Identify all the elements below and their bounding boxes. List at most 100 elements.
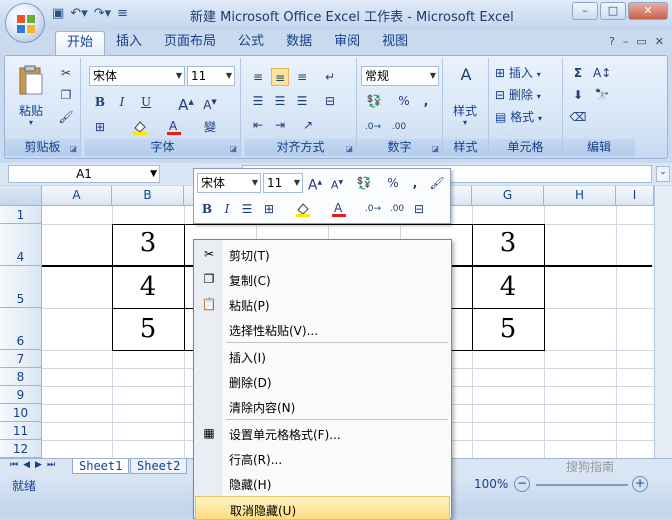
alignment-launcher-icon[interactable]: ◪ [345, 144, 353, 153]
styles-button[interactable]: 样式 [453, 102, 477, 119]
menu-item-insert[interactable]: 插入(I) [195, 344, 450, 368]
sheet-tab-1[interactable]: Sheet1 [72, 459, 130, 474]
customize-icon[interactable]: ≡ [117, 6, 128, 21]
copy-icon[interactable]: ❐ [57, 86, 75, 104]
mini-borders-icon[interactable]: ⊞ [260, 200, 278, 218]
sheet-tab-2[interactable]: Sheet2 [130, 459, 188, 474]
styles-icon[interactable]: A [455, 66, 477, 88]
mini-format-painter-icon[interactable]: 🖌 [428, 174, 446, 192]
mini-font-name-combo[interactable]: 宋体 ▼ [197, 173, 261, 193]
mini-decrease-decimal-icon[interactable]: .00 [386, 200, 408, 218]
paste-button[interactable]: 粘贴 [19, 102, 43, 119]
decrease-decimal-icon[interactable]: .00 [387, 118, 411, 136]
doc-restore-icon[interactable]: ▭ [636, 35, 646, 48]
tab-insert[interactable]: 插入 [105, 31, 153, 55]
undo-icon[interactable]: ↶▾ [70, 6, 87, 21]
office-button[interactable] [5, 3, 45, 43]
mini-font-size-combo[interactable]: 11 ▼ [263, 173, 303, 193]
mini-center-icon[interactable]: ☰ [238, 200, 256, 218]
paste-icon[interactable] [17, 64, 47, 98]
chevron-down-icon[interactable]: ▾ [463, 118, 467, 127]
font-name-combo[interactable]: 宋体 ▼ [89, 66, 185, 86]
tab-formulas[interactable]: 公式 [227, 31, 275, 55]
borders-icon[interactable]: ⊞ [91, 118, 109, 136]
cut-icon[interactable]: ✂ [57, 64, 75, 82]
cell-b5[interactable]: 4 [112, 272, 184, 302]
menu-item-hide[interactable]: 隐藏(H) [195, 471, 450, 495]
tab-home[interactable]: 开始 [55, 31, 106, 55]
currency-icon[interactable]: 💱 [361, 92, 387, 110]
name-box[interactable]: A1 ▼ [8, 165, 160, 183]
font-color-icon[interactable]: A [165, 118, 183, 136]
row-header[interactable]: 6 [0, 308, 42, 350]
number-launcher-icon[interactable]: ◪ [431, 144, 439, 153]
cell-b6[interactable]: 5 [112, 314, 184, 344]
mini-font-color-icon[interactable]: A [330, 200, 348, 218]
column-header-i[interactable]: I [616, 186, 654, 206]
percent-button[interactable]: % [395, 92, 413, 110]
minimize-button[interactable]: – [572, 2, 598, 20]
mini-increase-decimal-icon[interactable]: .0→ [362, 200, 384, 218]
doc-close-icon[interactable]: ✕ [655, 35, 664, 48]
cell-b4[interactable]: 3 [112, 228, 184, 258]
mini-currency-icon[interactable]: 💱 [352, 174, 376, 192]
row-header[interactable]: 5 [0, 266, 42, 308]
comma-button[interactable]: , [417, 92, 435, 110]
zoom-in-icon[interactable]: + [632, 476, 648, 492]
row-header[interactable]: 9 [0, 386, 42, 404]
align-top-icon[interactable]: ≡ [249, 68, 267, 86]
font-size-combo[interactable]: 11 ▼ [187, 66, 235, 86]
save-icon[interactable]: ▣ [52, 6, 64, 21]
mini-shrink-font-icon[interactable]: A▼ [328, 174, 346, 192]
mini-fill-color-icon[interactable] [294, 200, 312, 218]
fill-color-icon[interactable] [131, 118, 149, 136]
orientation-icon[interactable]: ↗ [299, 116, 317, 134]
menu-item-paste[interactable]: 📋 粘贴(P) [195, 292, 450, 316]
find-select-icon[interactable]: 🔭 [593, 86, 611, 104]
menu-item-format-cells[interactable]: ▦ 设置单元格格式(F)... [195, 421, 450, 445]
font-launcher-icon[interactable]: ◪ [229, 144, 237, 153]
increase-indent-icon[interactable]: ⇥ [271, 116, 289, 134]
row-header[interactable]: 1 [0, 206, 42, 224]
column-header-h[interactable]: H [544, 186, 616, 206]
zoom-slider[interactable] [536, 484, 628, 486]
tab-review[interactable]: 审阅 [323, 31, 371, 55]
row-header[interactable]: 12 [0, 440, 42, 458]
insert-cells-button[interactable]: ⊞ 插入 ▾ [495, 64, 541, 81]
menu-item-cut[interactable]: ✂ 剪切(T) [195, 242, 450, 266]
tab-view[interactable]: 视图 [371, 31, 419, 55]
mini-bold-icon[interactable]: B [198, 200, 216, 218]
row-header[interactable]: 7 [0, 350, 42, 368]
menu-item-paste-special[interactable]: 选择性粘贴(V)... [195, 317, 450, 341]
underline-icon[interactable]: U [137, 93, 155, 111]
menu-item-copy[interactable]: ❐ 复制(C) [195, 267, 450, 291]
mini-merge-icon[interactable]: ⊟ [410, 200, 428, 218]
doc-minimize-icon[interactable]: – [623, 35, 629, 48]
column-header-b[interactable]: B [112, 186, 184, 206]
mini-percent-button[interactable]: % [384, 174, 402, 192]
row-header[interactable]: 8 [0, 368, 42, 386]
close-button[interactable]: ✕ [628, 2, 668, 20]
cell-g6[interactable]: 5 [472, 314, 544, 344]
sheet-nav-icon[interactable]: ⏮◀▶⏭ [10, 460, 60, 470]
column-header-g[interactable]: G [472, 186, 544, 206]
tab-data[interactable]: 数据 [275, 31, 323, 55]
row-header[interactable]: 10 [0, 404, 42, 422]
menu-item-delete[interactable]: 删除(D) [195, 369, 450, 393]
select-all-corner[interactable] [0, 186, 42, 206]
align-bottom-icon[interactable]: ≡ [293, 68, 311, 86]
cell-g4[interactable]: 3 [472, 228, 544, 258]
row-header[interactable]: 11 [0, 422, 42, 440]
align-left-icon[interactable]: ☰ [249, 92, 267, 110]
mini-comma-button[interactable]: , [406, 174, 424, 192]
number-format-combo[interactable]: 常规 ▼ [361, 66, 439, 86]
cell-g5[interactable]: 4 [472, 272, 544, 302]
align-right-icon[interactable]: ☰ [293, 92, 311, 110]
mini-grow-font-icon[interactable]: A▲ [306, 174, 324, 194]
vertical-scrollbar[interactable] [654, 186, 672, 458]
wrap-text-icon[interactable]: ↵ [321, 68, 339, 86]
format-painter-icon[interactable]: 🖌 [57, 108, 75, 126]
column-header-a[interactable]: A [42, 186, 112, 206]
menu-item-clear-contents[interactable]: 清除内容(N) [195, 394, 450, 418]
expand-formula-bar-icon[interactable]: ⌄ [656, 166, 670, 182]
